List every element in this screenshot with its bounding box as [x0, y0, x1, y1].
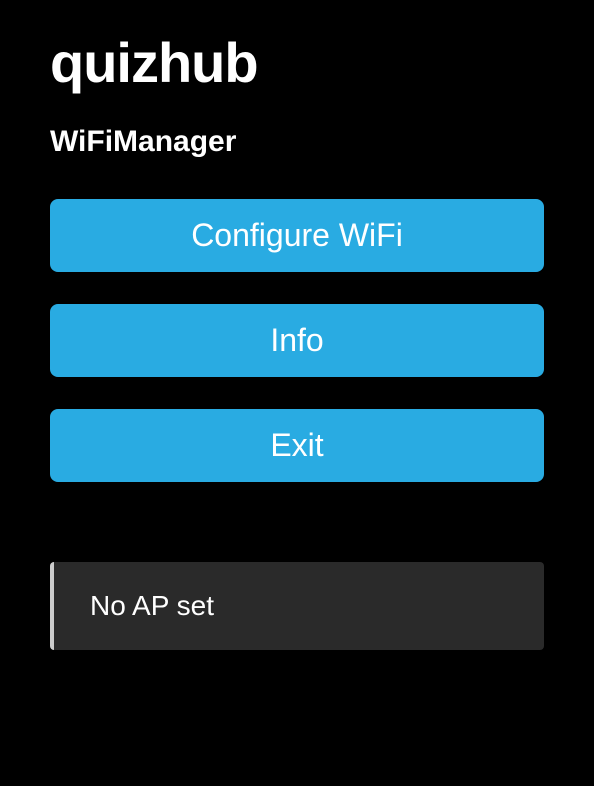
info-button[interactable]: Info — [50, 304, 544, 377]
app-title: quizhub — [50, 30, 544, 95]
status-message-text: No AP set — [90, 590, 214, 621]
status-message-box: No AP set — [50, 562, 544, 650]
exit-button[interactable]: Exit — [50, 409, 544, 482]
configure-wifi-button[interactable]: Configure WiFi — [50, 199, 544, 272]
page-subtitle: WiFiManager — [50, 125, 544, 159]
